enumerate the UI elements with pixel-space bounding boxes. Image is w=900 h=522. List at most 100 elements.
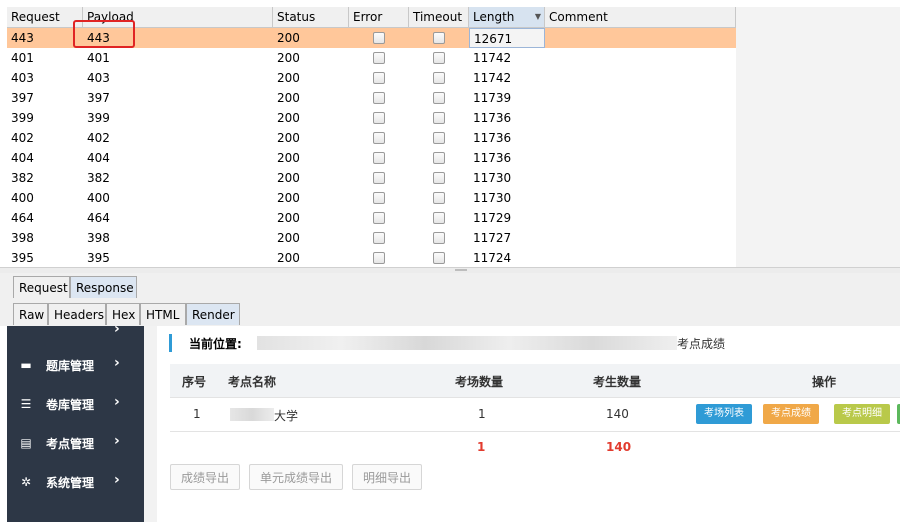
chevron-right-icon: ›	[114, 326, 120, 337]
table-row[interactable]: 403 403 200 11742	[7, 68, 736, 88]
error-checkbox-cell	[349, 28, 409, 48]
export-scores-button[interactable]: 成绩导出	[170, 464, 241, 490]
table-row[interactable]: 397 397 200 11739	[7, 88, 736, 108]
sidebar-item-exam-site[interactable]: ▤ 考点管理 ›	[7, 424, 144, 462]
column-timeout[interactable]: Timeout	[409, 7, 469, 27]
column-request[interactable]: Request	[7, 7, 83, 27]
sidebar-item-paper-bank[interactable]: ☰ 卷库管理 ›	[7, 385, 144, 423]
tab-html[interactable]: HTML	[140, 303, 186, 325]
timeout-checkbox[interactable]	[433, 252, 445, 264]
timeout-checkbox[interactable]	[433, 72, 445, 84]
sidebar-item-system[interactable]: ✲ 系统管理 ›	[7, 463, 144, 501]
error-checkbox[interactable]	[373, 252, 385, 264]
timeout-checkbox-cell	[409, 28, 469, 48]
table-row[interactable]: 399 399 200 11736	[7, 108, 736, 128]
request-response-tabs: Request Response	[0, 273, 900, 301]
cell-length: 11736	[473, 111, 512, 125]
cell-comment	[545, 228, 736, 248]
error-checkbox[interactable]	[373, 112, 385, 124]
sidebar: › ▬ 题库管理 › ☰ 卷库管理 › ▤ 考点管理 › ✲ 系统管理 ›	[7, 326, 144, 522]
header-site-name: 考点名称	[228, 375, 277, 389]
column-error[interactable]: Error	[349, 7, 409, 27]
tab-response[interactable]: Response	[70, 276, 137, 298]
error-checkbox[interactable]	[373, 72, 385, 84]
timeout-checkbox[interactable]	[433, 92, 445, 104]
chevron-right-icon: ›	[114, 472, 120, 488]
export-details-button[interactable]: 明细导出	[352, 464, 423, 490]
timeout-checkbox[interactable]	[433, 52, 445, 64]
cell-comment	[545, 188, 736, 208]
cell-payload: 464	[87, 211, 110, 225]
tab-raw[interactable]: Raw	[13, 303, 48, 325]
tab-headers[interactable]: Headers	[48, 303, 106, 325]
table-row: 1 大学 1 140 考场列表 考点成绩 考点明细	[170, 398, 900, 432]
room-list-button[interactable]: 考场列表	[696, 404, 752, 424]
cell-comment	[545, 148, 736, 168]
score-table-header: 序号 考点名称 考场数量 考生数量 操作	[170, 364, 900, 398]
column-length[interactable]: Length ▼	[469, 7, 545, 27]
timeout-checkbox[interactable]	[433, 32, 445, 44]
cell-status: 200	[277, 91, 300, 105]
error-checkbox-cell	[349, 148, 409, 168]
header-index: 序号	[182, 375, 207, 389]
tab-hex[interactable]: Hex	[106, 303, 140, 325]
timeout-checkbox-cell	[409, 208, 469, 228]
tab-request[interactable]: Request	[13, 276, 70, 298]
error-checkbox[interactable]	[373, 132, 385, 144]
timeout-checkbox[interactable]	[433, 132, 445, 144]
error-checkbox[interactable]	[373, 192, 385, 204]
table-row[interactable]: 404 404 200 11736	[7, 148, 736, 168]
cell-request: 397	[11, 91, 34, 105]
cell-comment	[545, 28, 736, 48]
table-row[interactable]: 395 395 200 11724	[7, 248, 736, 267]
breadcrumb-label: 当前位置:	[189, 337, 242, 351]
table-row[interactable]: 382 382 200 11730	[7, 168, 736, 188]
error-checkbox[interactable]	[373, 32, 385, 44]
error-checkbox[interactable]	[373, 52, 385, 64]
export-unit-scores-button[interactable]: 单元成绩导出	[249, 464, 344, 490]
cell-comment	[545, 168, 736, 188]
timeout-checkbox-cell	[409, 108, 469, 128]
cell-payload: 404	[87, 151, 110, 165]
column-comment[interactable]: Comment	[545, 7, 736, 27]
timeout-checkbox[interactable]	[433, 112, 445, 124]
splitter-grip[interactable]	[455, 269, 467, 271]
payload-highlight-box	[73, 20, 135, 48]
timeout-checkbox[interactable]	[433, 172, 445, 184]
error-checkbox[interactable]	[373, 172, 385, 184]
timeout-checkbox[interactable]	[433, 212, 445, 224]
error-checkbox[interactable]	[373, 92, 385, 104]
table-row[interactable]: 464 464 200 11729	[7, 208, 736, 228]
timeout-checkbox[interactable]	[433, 192, 445, 204]
cell-length: 11730	[473, 171, 512, 185]
cell-length: 11742	[473, 71, 512, 85]
chevron-right-icon: ›	[114, 433, 120, 449]
cell-payload: 395	[87, 251, 110, 265]
sidebar-item-question-bank[interactable]: ▬ 题库管理 ›	[7, 346, 144, 384]
error-checkbox[interactable]	[373, 152, 385, 164]
column-status[interactable]: Status	[273, 7, 349, 27]
site-scores-button[interactable]: 考点成绩	[763, 404, 819, 424]
cell-length: 11739	[473, 91, 512, 105]
error-checkbox[interactable]	[373, 212, 385, 224]
site-details-button[interactable]: 考点明细	[834, 404, 890, 424]
cell-payload: 399	[87, 111, 110, 125]
cell-payload: 382	[87, 171, 110, 185]
header-student-count: 考生数量	[593, 375, 642, 389]
timeout-checkbox[interactable]	[433, 232, 445, 244]
cell-length: 12671	[469, 28, 545, 48]
error-checkbox[interactable]	[373, 232, 385, 244]
table-row[interactable]: 400 400 200 11730	[7, 188, 736, 208]
tab-render[interactable]: Render	[186, 303, 240, 325]
sidebar-item-label: 卷库管理	[46, 398, 95, 412]
total-student-count: 140	[606, 440, 632, 454]
table-row[interactable]: 398 398 200 11727	[7, 228, 736, 248]
breadcrumb-accent	[169, 334, 172, 352]
cell-status: 200	[277, 131, 300, 145]
timeout-checkbox[interactable]	[433, 152, 445, 164]
timeout-checkbox-cell	[409, 48, 469, 68]
cell-request: 443	[11, 31, 34, 45]
table-row[interactable]: 402 402 200 11736	[7, 128, 736, 148]
column-length-label: Length	[473, 10, 515, 24]
table-row[interactable]: 401 401 200 11742	[7, 48, 736, 68]
